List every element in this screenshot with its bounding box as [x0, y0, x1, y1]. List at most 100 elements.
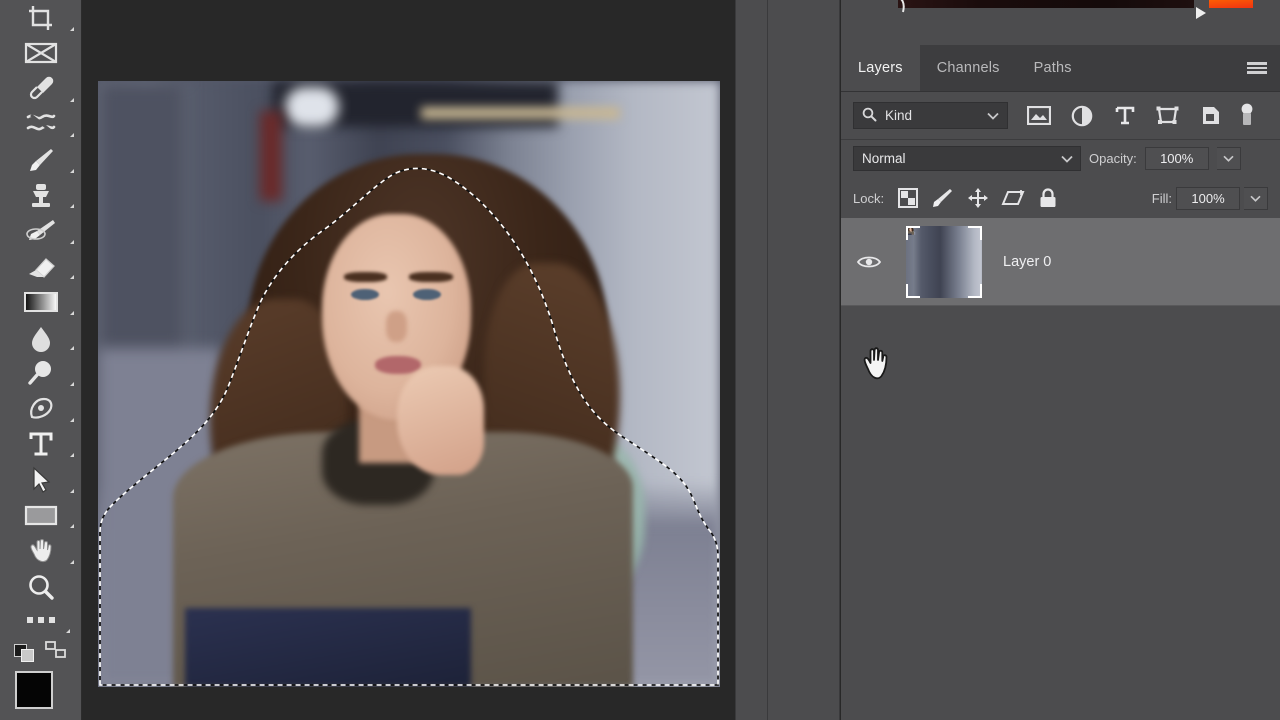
- flyout-arrow-icon: [69, 168, 74, 173]
- layer-filter-row: Kind: [841, 92, 1280, 140]
- lock-artboard-nesting-icon[interactable]: [997, 185, 1028, 211]
- zoom-tool[interactable]: [0, 569, 82, 605]
- brush-tool[interactable]: [0, 142, 82, 178]
- layer-visibility-toggle[interactable]: [841, 254, 897, 270]
- flyout-arrow-icon: [69, 346, 74, 351]
- eraser-tool[interactable]: [0, 249, 82, 285]
- path-selection-tool[interactable]: [0, 462, 82, 498]
- photo-shelf-light: [421, 107, 621, 119]
- filter-pixel-layers-icon[interactable]: [1018, 101, 1059, 131]
- lock-all-icon[interactable]: [1032, 185, 1063, 211]
- histogram-strip: [898, 0, 1194, 8]
- flyout-arrow-icon: [69, 453, 74, 458]
- filter-adjustment-layers-icon[interactable]: [1061, 101, 1102, 131]
- thumbnail-bracket-tl: [906, 225, 920, 240]
- histogram-curve-icon: [900, 0, 905, 13]
- panel-gutter-right: [768, 0, 840, 720]
- photo-lips: [375, 356, 422, 374]
- panel-gutter-left: [735, 0, 768, 720]
- panel-menu-icon[interactable]: [1234, 45, 1280, 91]
- filter-toggle-icon[interactable]: [1237, 102, 1257, 130]
- blend-mode-select[interactable]: Normal: [853, 146, 1081, 171]
- tab-layers-label: Layers: [858, 60, 903, 76]
- ellipsis-icon: [26, 617, 55, 624]
- blend-mode-row: Normal Opacity: 100%: [841, 140, 1280, 177]
- play-icon[interactable]: [1196, 7, 1206, 19]
- rectangle-tool[interactable]: [0, 498, 82, 534]
- right-panel-stack: Layers Channels Paths Kind Normal Opacit…: [841, 0, 1280, 720]
- edit-toolbar-button[interactable]: [0, 604, 82, 636]
- lock-row: Lock: Fill: 100%: [841, 180, 1280, 216]
- tab-paths[interactable]: Paths: [1017, 45, 1089, 91]
- pen-tool[interactable]: [0, 391, 82, 427]
- chevron-down-icon: [987, 112, 999, 120]
- photo-nose: [385, 311, 408, 342]
- chevron-down-icon: [1061, 155, 1073, 163]
- tab-paths-label: Paths: [1033, 60, 1072, 76]
- flyout-arrow-icon: [69, 239, 74, 244]
- table-row[interactable]: Layer 0: [841, 218, 1280, 306]
- tab-layers[interactable]: Layers: [841, 45, 920, 91]
- tab-channels[interactable]: Channels: [920, 45, 1017, 91]
- photo-red-object: [259, 111, 282, 201]
- lock-image-pixels-icon[interactable]: [927, 185, 958, 211]
- gradient-tool[interactable]: [0, 284, 82, 320]
- lock-position-icon[interactable]: [962, 185, 993, 211]
- layer-name[interactable]: Layer 0: [1003, 254, 1051, 270]
- filter-type-layers-icon[interactable]: [1104, 101, 1145, 131]
- frame-tool[interactable]: [0, 36, 82, 72]
- photo-lamp: [284, 87, 339, 127]
- blend-mode-value: Normal: [862, 151, 906, 166]
- spot-healing-tool[interactable]: [0, 107, 82, 143]
- crop-tool[interactable]: [0, 0, 82, 36]
- lock-transparent-pixels-icon[interactable]: [892, 185, 923, 211]
- flyout-arrow-icon: [69, 524, 74, 529]
- gradient-swatch[interactable]: [1209, 0, 1253, 8]
- photo-brow-left: [343, 271, 388, 282]
- layer-list: Layer 0: [841, 218, 1280, 720]
- opacity-label: Opacity:: [1089, 151, 1137, 166]
- color-swatches: [11, 670, 71, 720]
- opacity-stepper[interactable]: [1216, 147, 1241, 170]
- opacity-input[interactable]: 100%: [1144, 147, 1209, 170]
- flyout-arrow-icon: [69, 204, 74, 209]
- fill-stepper[interactable]: [1244, 186, 1268, 210]
- document-image[interactable]: [98, 81, 720, 687]
- dodge-tool[interactable]: [0, 355, 82, 391]
- flyout-arrow-icon: [69, 488, 74, 493]
- thumbnail-bracket-tr: [968, 225, 982, 240]
- panel-tabs: Layers Channels Paths: [841, 45, 1280, 92]
- tools-panel: [0, 0, 82, 720]
- thumbnail-bracket-br: [968, 283, 982, 298]
- foreground-color-swatch[interactable]: [14, 670, 53, 709]
- layer-thumbnail[interactable]: [906, 225, 982, 298]
- photo-brow-right: [409, 271, 453, 282]
- quick-mask-icon[interactable]: [14, 643, 36, 662]
- photo-hand: [396, 365, 484, 475]
- flyout-arrow-icon: [69, 97, 74, 102]
- flyout-arrow-icon: [69, 382, 74, 387]
- flyout-arrow-icon: [69, 275, 74, 280]
- tab-channels-label: Channels: [936, 60, 1000, 76]
- flyout-arrow-icon: [69, 26, 74, 31]
- filter-kind-select[interactable]: Kind: [853, 102, 1008, 129]
- flyout-arrow-icon: [69, 559, 74, 564]
- type-tool[interactable]: [0, 427, 82, 463]
- filter-shape-layers-icon[interactable]: [1147, 101, 1188, 131]
- clone-stamp-tool[interactable]: [0, 178, 82, 214]
- flyout-arrow-icon: [69, 133, 74, 138]
- histogram-panel: [841, 0, 1280, 45]
- fill-input[interactable]: 100%: [1176, 186, 1240, 210]
- blur-tool[interactable]: [0, 320, 82, 356]
- hand-tool[interactable]: [0, 533, 82, 569]
- lock-label: Lock:: [853, 190, 885, 206]
- filter-kind-value: Kind: [885, 108, 913, 123]
- layer-filter-icons: [1018, 101, 1231, 131]
- document-canvas[interactable]: [82, 0, 735, 720]
- filter-smart-objects-icon[interactable]: [1190, 101, 1231, 131]
- photo-jeans: [185, 608, 472, 687]
- fill-label: Fill:: [1151, 190, 1172, 206]
- history-brush-tool[interactable]: [0, 213, 82, 249]
- screen-mode-icon[interactable]: [45, 640, 67, 665]
- eyedropper-tool[interactable]: [0, 71, 82, 107]
